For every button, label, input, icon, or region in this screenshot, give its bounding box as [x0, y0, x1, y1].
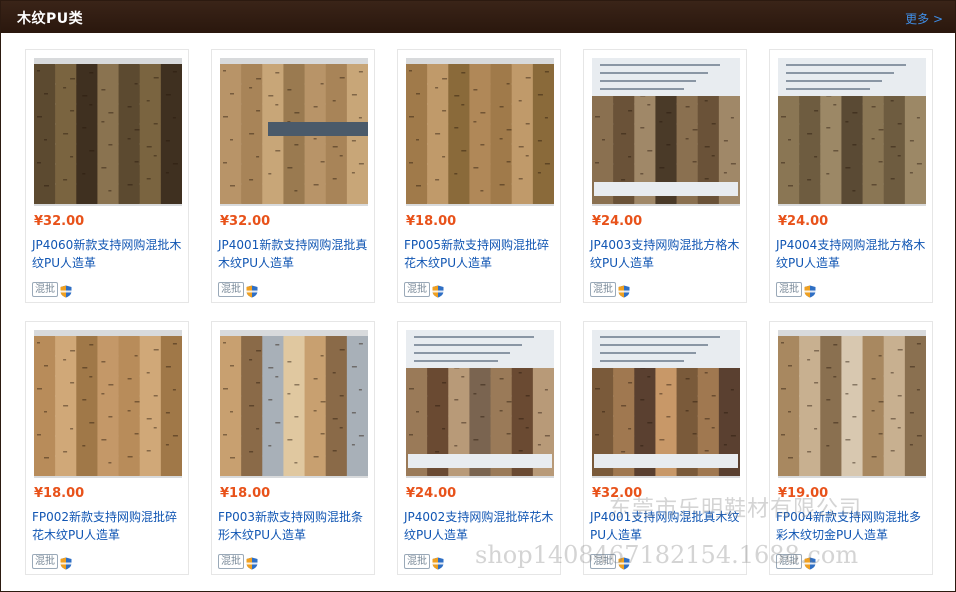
more-link[interactable]: 更多 >: [905, 10, 943, 27]
product-tags: 混批: [218, 279, 258, 298]
product-tags: 混批: [776, 551, 816, 570]
product-price: ¥24.00: [592, 214, 643, 229]
panel-header: 木纹PU类 更多 >: [1, 1, 955, 33]
product-title-link[interactable]: JP4001支持网购混批真木纹PU人造革: [590, 508, 744, 544]
shield-icon[interactable]: [804, 555, 816, 570]
product-tags: 混批: [32, 551, 72, 570]
product-image[interactable]: [34, 330, 182, 478]
mixed-batch-tag[interactable]: 混批: [404, 282, 430, 297]
product-title-link[interactable]: JP4002支持网购混批碎花木纹PU人造革: [404, 508, 558, 544]
shield-icon[interactable]: [60, 555, 72, 570]
product-price: ¥24.00: [406, 486, 457, 501]
product-price: ¥32.00: [34, 214, 85, 229]
product-tags: 混批: [590, 551, 630, 570]
product-price: ¥18.00: [406, 214, 457, 229]
mixed-batch-tag[interactable]: 混批: [776, 282, 802, 297]
product-price: ¥19.00: [778, 486, 829, 501]
product-image[interactable]: [778, 58, 926, 206]
product-tags: 混批: [404, 279, 444, 298]
shield-icon[interactable]: [246, 283, 258, 298]
product-image[interactable]: [220, 58, 368, 206]
product-card[interactable]: ¥18.00 FP002新款支持网购混批碎花木纹PU人造革混批: [25, 321, 189, 575]
mixed-batch-tag[interactable]: 混批: [32, 282, 58, 297]
product-title-link[interactable]: JP4001新款支持网购混批真木纹PU人造革: [218, 236, 372, 272]
shield-icon[interactable]: [618, 283, 630, 298]
product-title-link[interactable]: JP4003支持网购混批方格木纹PU人造革: [590, 236, 744, 272]
product-image[interactable]: [220, 330, 368, 478]
mixed-batch-tag[interactable]: 混批: [218, 554, 244, 569]
product-image[interactable]: [592, 58, 740, 206]
product-title-link[interactable]: FP003新款支持网购混批条形木纹PU人造革: [218, 508, 372, 544]
product-price: ¥32.00: [592, 486, 643, 501]
mixed-batch-tag[interactable]: 混批: [590, 554, 616, 569]
product-image[interactable]: [778, 330, 926, 478]
product-image[interactable]: [406, 330, 554, 478]
product-tags: 混批: [32, 279, 72, 298]
product-card[interactable]: ¥32.00 JP4001支持网购混批真木纹PU人造革混批: [583, 321, 747, 575]
product-card[interactable]: ¥19.00 FP004新款支持网购混批多彩木纹切金PU人造革混批: [769, 321, 933, 575]
product-price: ¥32.00: [220, 214, 271, 229]
shield-icon[interactable]: [804, 283, 816, 298]
product-card[interactable]: ¥18.00 FP003新款支持网购混批条形木纹PU人造革混批: [211, 321, 375, 575]
shield-icon[interactable]: [60, 283, 72, 298]
product-tags: 混批: [776, 279, 816, 298]
product-tags: 混批: [218, 551, 258, 570]
product-price: ¥18.00: [220, 486, 271, 501]
panel-title: 木纹PU类: [17, 11, 84, 27]
product-title-link[interactable]: FP004新款支持网购混批多彩木纹切金PU人造革: [776, 508, 930, 544]
product-image[interactable]: [592, 330, 740, 478]
shield-icon[interactable]: [432, 555, 444, 570]
shield-icon[interactable]: [432, 283, 444, 298]
product-card[interactable]: ¥24.00 JP4002支持网购混批碎花木纹PU人造革混批: [397, 321, 561, 575]
product-price: ¥18.00: [34, 486, 85, 501]
mixed-batch-tag[interactable]: 混批: [32, 554, 58, 569]
shield-icon[interactable]: [618, 555, 630, 570]
product-card[interactable]: ¥24.00 JP4003支持网购混批方格木纹PU人造革混批: [583, 49, 747, 303]
product-image[interactable]: [406, 58, 554, 206]
mixed-batch-tag[interactable]: 混批: [590, 282, 616, 297]
shield-icon[interactable]: [246, 555, 258, 570]
product-title-link[interactable]: JP4060新款支持网购混批木纹PU人造革: [32, 236, 186, 272]
product-panel: 木纹PU类 更多 > ¥32.00 JP4060新款支持网购混批木纹PU人造革混批…: [0, 0, 956, 592]
product-image[interactable]: [34, 58, 182, 206]
product-title-link[interactable]: FP005新款支持网购混批碎花木纹PU人造革: [404, 236, 558, 272]
product-card[interactable]: ¥32.00 JP4060新款支持网购混批木纹PU人造革混批: [25, 49, 189, 303]
product-title-link[interactable]: FP002新款支持网购混批碎花木纹PU人造革: [32, 508, 186, 544]
product-card[interactable]: ¥32.00 JP4001新款支持网购混批真木纹PU人造革混批: [211, 49, 375, 303]
product-grid: ¥32.00 JP4060新款支持网购混批木纹PU人造革混批 ¥32.00 JP400…: [1, 33, 955, 591]
product-title-link[interactable]: JP4004支持网购混批方格木纹PU人造革: [776, 236, 930, 272]
mixed-batch-tag[interactable]: 混批: [404, 554, 430, 569]
product-card[interactable]: ¥18.00 FP005新款支持网购混批碎花木纹PU人造革混批: [397, 49, 561, 303]
product-card[interactable]: ¥24.00 JP4004支持网购混批方格木纹PU人造革混批: [769, 49, 933, 303]
mixed-batch-tag[interactable]: 混批: [218, 282, 244, 297]
product-tags: 混批: [590, 279, 630, 298]
mixed-batch-tag[interactable]: 混批: [776, 554, 802, 569]
product-tags: 混批: [404, 551, 444, 570]
product-price: ¥24.00: [778, 214, 829, 229]
